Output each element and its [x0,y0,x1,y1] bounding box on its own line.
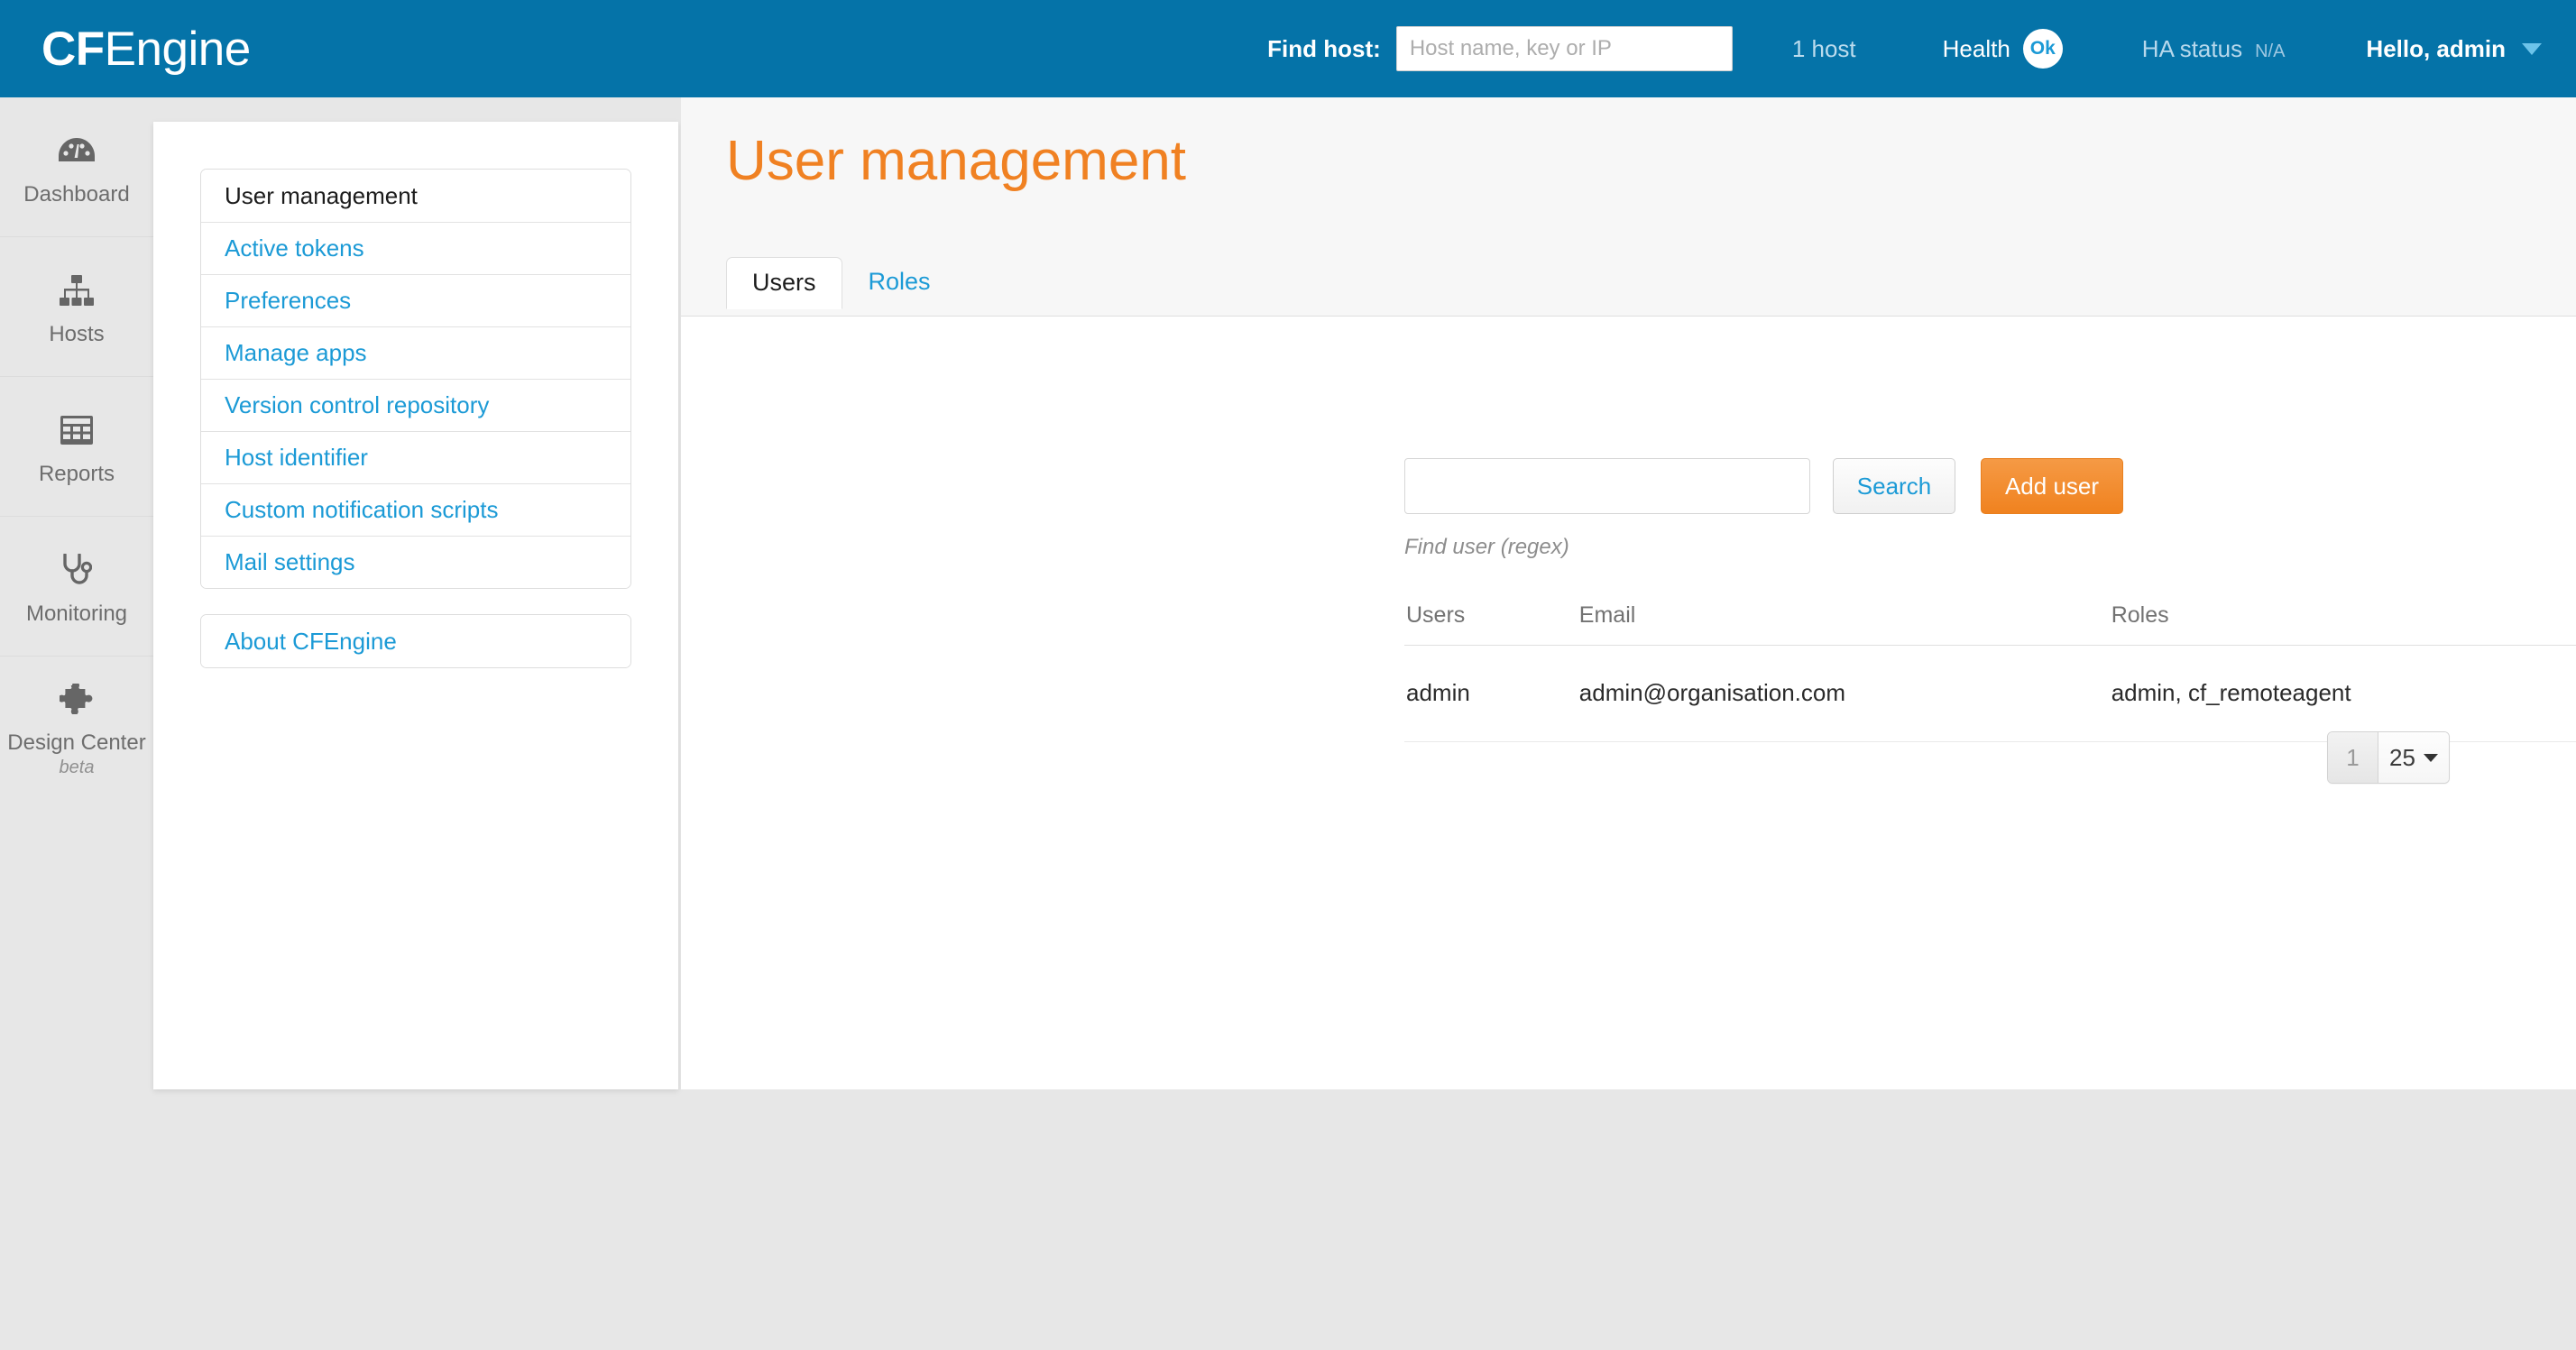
search-button[interactable]: Search [1833,458,1955,514]
find-host-label: Find host: [1267,34,1381,62]
health-label: Health [1942,34,2010,62]
settings-nav-panel: User management Active tokens Preference… [153,122,678,1089]
settings-nav-item-version-control-repository[interactable]: Version control repository [201,379,630,431]
logo-prefix: CF [41,22,105,76]
search-input[interactable] [1404,458,1810,514]
gauge-icon [59,126,95,175]
cell-user: admin [1404,645,1579,742]
sidebar-label-design-center: Design Center [7,730,146,755]
page-title: User management [726,130,1187,192]
sidebar-item-dashboard[interactable]: Dashboard [0,97,153,237]
table-icon [60,406,93,455]
page-size-dropdown[interactable]: 25 [2378,732,2449,783]
tab-users[interactable]: Users [726,257,842,309]
table-head: Users Email Roles Actions [1404,593,2576,646]
content-tabs: Users Roles [726,256,957,309]
nav-label: User management [225,181,418,209]
user-menu[interactable]: Hello, admin [2366,35,2542,63]
cell-email: admin@organisation.com [1578,645,2111,742]
settings-nav-item-manage-apps[interactable]: Manage apps [201,326,630,379]
user-greeting-label: Hello, admin [2366,34,2506,62]
table-row: admin admin@organisation.com admin, cf_r… [1404,645,2576,742]
users-table-container: Users Email Roles Actions admin admin@or… [1404,593,2576,742]
sidebar-item-reports[interactable]: Reports [0,377,153,517]
top-header-bar: CFEngine Find host: 1 host Health Ok HA … [0,0,2576,97]
nav-label: Active tokens [225,234,364,262]
table-header-row: Users Email Roles Actions [1404,593,2576,646]
main-content: User management Users Roles Search Add u… [681,97,2576,1089]
nav-label: Preferences [225,287,352,314]
column-header-email: Email [1578,593,2111,646]
settings-nav-group-primary: User management Active tokens Preference… [200,169,631,589]
column-header-users: Users [1404,593,1579,646]
nav-label: Custom notification scripts [225,496,499,523]
health-indicator[interactable]: Health Ok [1943,29,2063,69]
nav-label: About CFEngine [225,627,397,655]
sidebar-item-monitoring[interactable]: Monitoring [0,517,153,657]
host-count-label: 1 host [1791,34,1856,62]
table-body: admin admin@organisation.com admin, cf_r… [1404,645,2576,742]
sidebar-label-reports: Reports [38,462,115,486]
chevron-down-icon [2522,42,2542,55]
sidebar-label-dashboard: Dashboard [23,182,130,207]
header-controls: Find host: 1 host Health Ok HA status N/… [1267,26,2542,71]
settings-nav-item-preferences[interactable]: Preferences [201,274,630,326]
settings-nav-item-active-tokens[interactable]: Active tokens [201,222,630,274]
sidebar-item-hosts[interactable]: Hosts [0,237,153,377]
page-number-button[interactable]: 1 [2328,732,2378,783]
settings-nav-item-user-management[interactable]: User management [201,170,630,222]
column-header-roles: Roles [2111,593,2576,646]
cell-roles: admin, cf_remoteagent [2111,645,2576,742]
settings-nav-group-about: About CFEngine [200,614,631,668]
sidebar-label-hosts: Hosts [49,322,105,346]
cfengine-logo[interactable]: CFEngine [41,25,251,73]
primary-nav-rail: Dashboard Hosts Reports Monitoring Desig… [0,97,153,1089]
logo-suffix: Engine [104,22,252,76]
puzzle-icon [60,675,94,723]
settings-nav-item-host-identifier[interactable]: Host identifier [201,431,630,483]
sidebar-item-design-center[interactable]: Design Center beta [0,657,153,796]
search-toolbar: Search Add user [1404,458,2123,514]
ha-status-label: HA status [2141,34,2243,62]
nav-label: Mail settings [225,548,355,575]
tab-label: Roles [868,268,931,295]
stethoscope-icon [61,546,92,594]
settings-nav-item-mail-settings[interactable]: Mail settings [201,536,630,588]
chevron-down-icon [2423,753,2438,762]
users-table: Users Email Roles Actions admin admin@or… [1404,593,2576,742]
pagination-controls: 1 25 [2327,731,2450,784]
page-size-value: 25 [2389,743,2415,771]
sidebar-badge-beta: beta [59,758,95,777]
nav-label: Host identifier [225,444,368,471]
health-status-badge: Ok [2022,29,2063,69]
nav-label: Manage apps [225,339,367,366]
find-host-input[interactable] [1395,26,1733,71]
add-user-button[interactable]: Add user [1981,458,2123,514]
tab-roles[interactable]: Roles [842,256,957,308]
ha-status-value: N/A [2255,41,2286,61]
sitemap-icon [60,266,94,315]
settings-nav-item-about-cfengine[interactable]: About CFEngine [201,615,630,667]
ha-status-indicator: HA status N/A [2142,35,2286,63]
sidebar-label-monitoring: Monitoring [25,602,128,626]
nav-label: Version control repository [225,391,490,418]
settings-nav-item-custom-notification-scripts[interactable]: Custom notification scripts [201,483,630,536]
search-help-text: Find user (regex) [1404,535,1569,559]
tab-label: Users [752,269,816,296]
